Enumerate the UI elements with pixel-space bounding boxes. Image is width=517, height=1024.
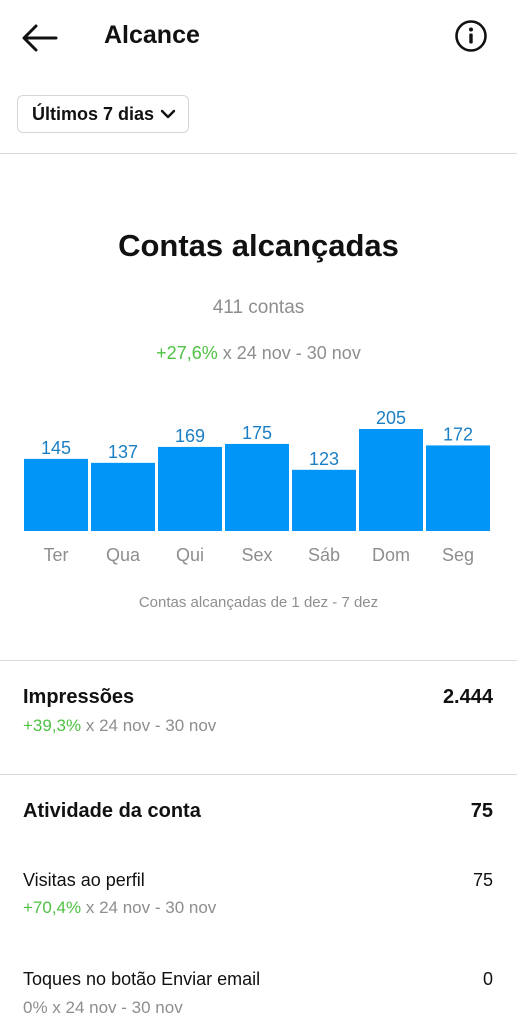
email-taps-change-period: 0% x 24 nov - 30 nov <box>23 998 183 1017</box>
reach-change-row: +27,6% x 24 nov - 30 nov <box>0 343 517 364</box>
info-circle-icon <box>455 20 487 52</box>
chart-value-label: 123 <box>309 449 339 469</box>
chart-bar-seg[interactable] <box>426 445 490 531</box>
reach-bar-chart: 145 Ter 137 Qua 169 Qui 175 Sex 123 Sáb 205 Dom 172 S… <box>24 408 490 565</box>
impressions-label: Impressões <box>23 686 135 708</box>
chart-category-label: Qui <box>176 545 204 565</box>
impressions-change-row: +39,3% x 24 nov - 30 nov <box>23 716 216 736</box>
chart-category-label: Qua <box>106 545 141 565</box>
reach-change-period: x 24 nov - 30 nov <box>217 343 361 363</box>
chart-value-label: 175 <box>242 423 272 443</box>
email-taps-value: 0 <box>482 969 493 989</box>
chart-value-label: 145 <box>41 438 71 458</box>
profile-visits-change-row: +70,4% x 24 nov - 30 nov <box>23 898 216 918</box>
email-taps-change-row: 0% x 24 nov - 30 nov <box>23 998 183 1018</box>
date-range-dropdown[interactable]: Últimos 7 dias <box>17 95 190 133</box>
chart-category-label: Dom <box>372 545 410 565</box>
chevron-down-icon <box>160 109 176 119</box>
chart-category-label: Seg <box>442 545 474 565</box>
chart-value-label: 205 <box>376 408 406 428</box>
account-activity-value: 75 <box>470 800 493 822</box>
impressions-change-period: x 24 nov - 30 nov <box>81 716 217 735</box>
chart-bar-sex[interactable] <box>225 443 289 531</box>
top-bar: Alcance <box>0 0 517 76</box>
profile-visits-change-period: x 24 nov - 30 nov <box>81 898 217 917</box>
chart-caption: Contas alcançadas de 1 dez - 7 dez <box>138 594 379 611</box>
chart-bar-sáb[interactable] <box>292 469 356 531</box>
profile-visits-label: Visitas ao perfil <box>23 870 145 890</box>
reach-title: Contas alcançadas <box>118 228 399 263</box>
impressions-change-percent: +39,3% <box>23 716 82 735</box>
date-range-label: Últimos 7 dias <box>32 103 155 124</box>
back-button[interactable] <box>20 20 60 56</box>
chart-bar-qua[interactable] <box>91 462 155 531</box>
info-button[interactable] <box>454 19 488 53</box>
divider <box>0 774 517 775</box>
email-taps-label: Toques no botão Enviar email <box>23 969 261 989</box>
impressions-value: 2.444 <box>442 686 493 708</box>
chart-category-label: Ter <box>43 545 68 565</box>
divider <box>0 153 517 154</box>
profile-visits-change-percent: +70,4% <box>23 898 82 917</box>
reach-change-percent: +27,6% <box>156 343 218 363</box>
page-title: Alcance <box>104 21 200 49</box>
chart-value-label: 172 <box>443 424 473 444</box>
chart-bar-qui[interactable] <box>158 446 222 531</box>
divider <box>0 660 517 661</box>
chart-value-label: 137 <box>108 442 138 462</box>
reach-count: 411 contas <box>212 297 305 318</box>
chart-category-label: Sáb <box>308 545 340 565</box>
profile-visits-value: 75 <box>472 870 493 890</box>
chart-bar-ter[interactable] <box>24 458 88 531</box>
chart-category-label: Sex <box>241 545 272 565</box>
chart-bar-dom[interactable] <box>359 429 423 531</box>
arrow-left-icon <box>22 24 58 52</box>
account-activity-label: Atividade da conta <box>23 800 201 822</box>
chart-value-label: 169 <box>175 426 205 446</box>
